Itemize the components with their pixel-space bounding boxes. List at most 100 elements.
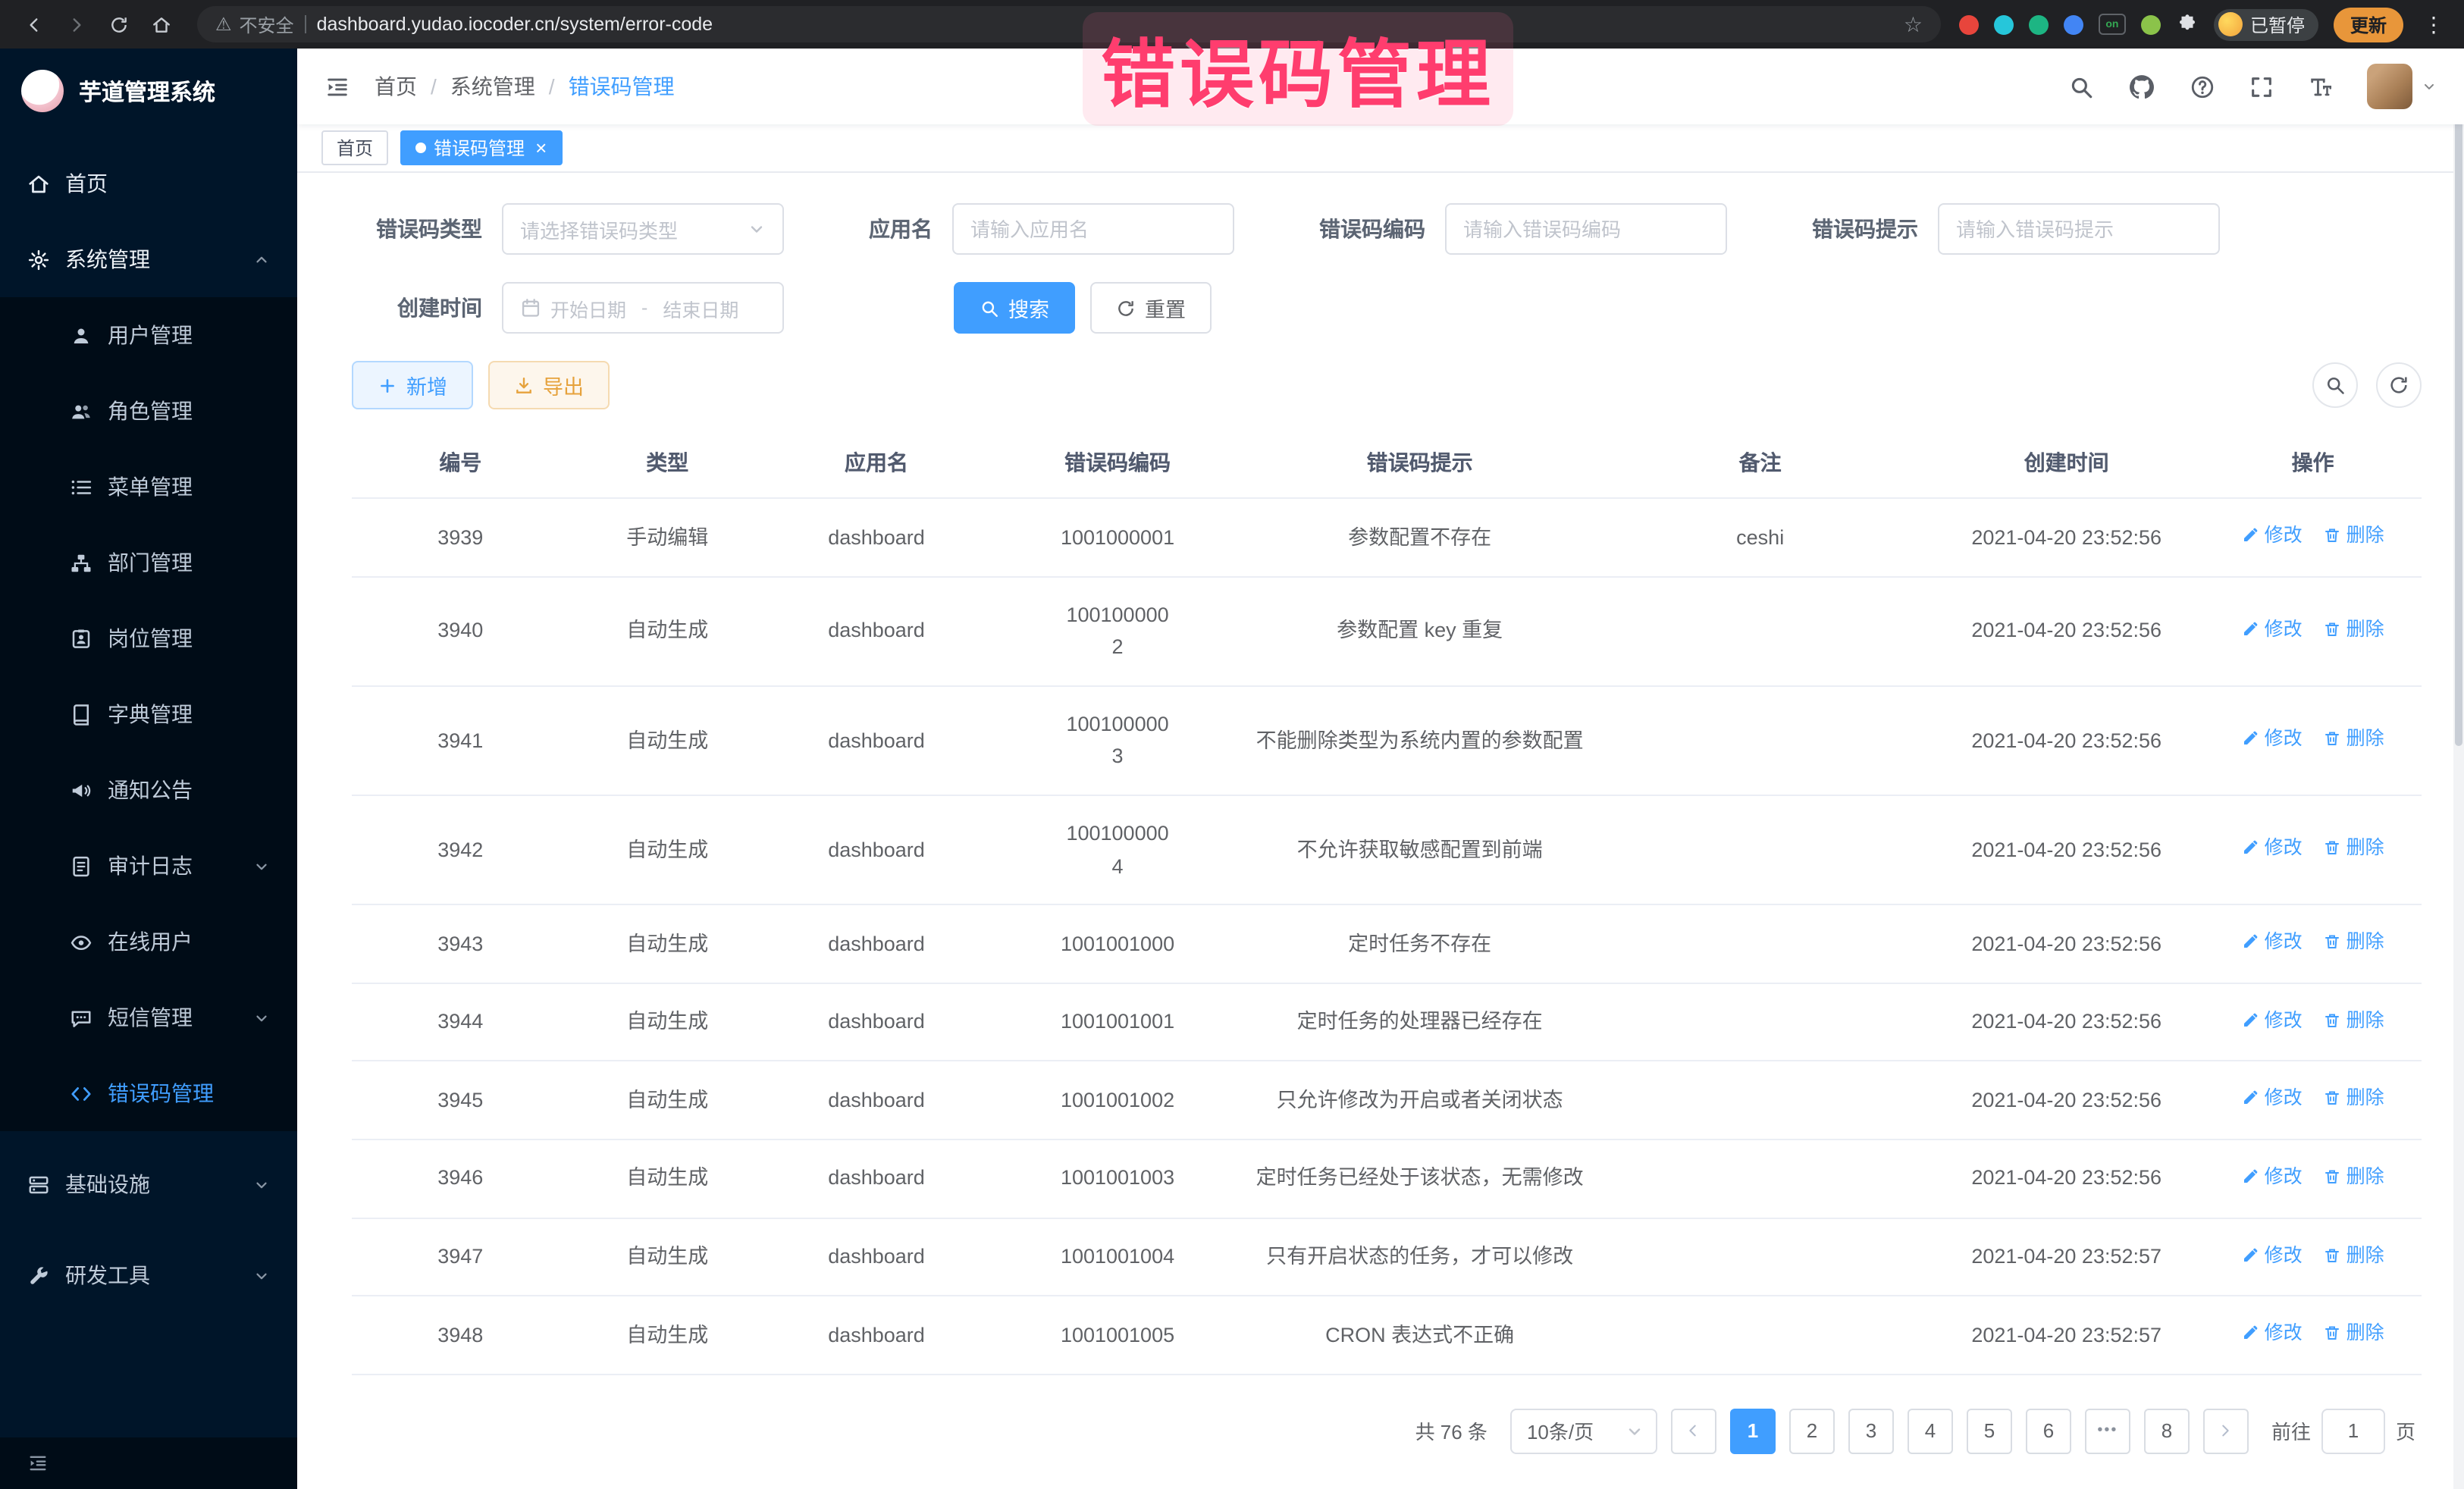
pagination-prev-button[interactable]	[1671, 1408, 1716, 1453]
sidebar-item-system[interactable]: 系统管理	[0, 221, 297, 297]
edit-button[interactable]: 修改	[2242, 833, 2303, 864]
edit-button[interactable]: 修改	[2242, 1083, 2303, 1114]
browser-menu-icon[interactable]: ⋮	[2419, 11, 2449, 37]
range-separator: -	[641, 297, 647, 318]
sidebar-item-infra[interactable]: 基础设施	[0, 1146, 297, 1222]
page-scrollbar[interactable]	[2453, 49, 2464, 1489]
sidebar-item-post[interactable]: 岗位管理	[0, 600, 297, 676]
edit-button[interactable]: 修改	[2242, 614, 2303, 644]
date-range-picker[interactable]: 开始日期 - 结束日期	[502, 282, 784, 334]
extension-icon-teal[interactable]	[1994, 14, 2014, 34]
pagination-page-2[interactable]: 2	[1789, 1408, 1835, 1453]
filter-label: 应用名	[869, 214, 933, 244]
add-button[interactable]: 新增	[352, 361, 473, 409]
filter-error-type: 错误码类型 请选择错误码类型	[352, 203, 784, 255]
extension-icon-blue[interactable]	[2064, 14, 2083, 34]
sidebar-item-menu[interactable]: 菜单管理	[0, 449, 297, 525]
close-icon[interactable]: ×	[535, 138, 547, 158]
edit-button[interactable]: 修改	[2242, 926, 2303, 957]
error-code-input[interactable]	[1445, 203, 1727, 255]
edit-button[interactable]: 修改	[2242, 1240, 2303, 1270]
search-button[interactable]: 搜索	[954, 282, 1075, 334]
bookmark-star-icon[interactable]: ☆	[1904, 14, 1923, 35]
goto-page-input[interactable]	[2321, 1408, 2385, 1453]
scrollbar-thumb[interactable]	[2455, 109, 2462, 746]
edit-icon	[2242, 526, 2260, 544]
delete-button[interactable]: 删除	[2324, 1318, 2384, 1348]
extensions-puzzle-icon[interactable]	[2176, 13, 2199, 36]
sidebar-item-sms[interactable]: 短信管理	[0, 980, 297, 1055]
edit-button[interactable]: 修改	[2242, 1161, 2303, 1192]
browser-back-button[interactable]	[15, 6, 52, 42]
sidebar-item-role[interactable]: 角色管理	[0, 373, 297, 449]
browser-refresh-button[interactable]	[100, 6, 136, 42]
goto-unit: 页	[2396, 1416, 2415, 1445]
edit-icon	[2242, 1246, 2260, 1264]
sidebar-item-devtools[interactable]: 研发工具	[0, 1237, 297, 1313]
github-icon[interactable]	[2127, 72, 2156, 101]
error-code-table: 编号类型应用名错误码编码错误码提示备注创建时间操作 3939手动编辑dashbo…	[352, 428, 2422, 1375]
font-size-icon[interactable]	[2308, 74, 2334, 99]
reset-button[interactable]: 重置	[1090, 282, 1212, 334]
pagination-ellipsis[interactable]: •••	[2085, 1408, 2130, 1453]
delete-button[interactable]: 删除	[2324, 723, 2384, 754]
delete-button[interactable]: 删除	[2324, 926, 2384, 957]
browser-profile-chip[interactable]: 已暂停	[2214, 8, 2318, 40]
browser-forward-button[interactable]	[58, 6, 94, 42]
sidebar-toggle-icon[interactable]	[324, 74, 350, 99]
extension-icon-green[interactable]	[2029, 14, 2049, 34]
sidebar-item-dept[interactable]: 部门管理	[0, 525, 297, 600]
error-hint-input[interactable]	[1938, 203, 2220, 255]
sidebar-item-audit-log[interactable]: 审计日志	[0, 828, 297, 904]
pagination-page-1[interactable]: 1	[1730, 1408, 1776, 1453]
breadcrumb-system[interactable]: 系统管理	[450, 71, 535, 102]
edit-button[interactable]: 修改	[2242, 1318, 2303, 1348]
delete-button[interactable]: 删除	[2324, 1083, 2384, 1114]
cell-time: 2021-04-20 23:52:56	[1929, 686, 2204, 795]
pagination-next-button[interactable]	[2203, 1408, 2249, 1453]
breadcrumb-home[interactable]: 首页	[375, 71, 417, 102]
pagination-page-4[interactable]: 4	[1908, 1408, 1953, 1453]
delete-button[interactable]: 删除	[2324, 614, 2384, 644]
user-menu[interactable]	[2367, 64, 2437, 109]
sidebar-item-dict[interactable]: 字典管理	[0, 676, 297, 752]
pagination-page-8[interactable]: 8	[2144, 1408, 2190, 1453]
delete-button[interactable]: 删除	[2324, 833, 2384, 864]
page-size-select[interactable]: 10条/页	[1510, 1408, 1657, 1453]
edit-button[interactable]: 修改	[2242, 723, 2303, 754]
pagination-page-5[interactable]: 5	[1967, 1408, 2012, 1453]
filter-row-2: 创建时间 开始日期 - 结束日期 搜索 重置	[352, 282, 2422, 334]
sidebar-collapse-bar[interactable]	[0, 1437, 297, 1489]
address-bar[interactable]: ⚠ 不安全 dashboard.yudao.iocoder.cn/system/…	[197, 6, 1941, 42]
extension-icon-on-badge[interactable]: on	[2099, 14, 2126, 35]
delete-button[interactable]: 删除	[2324, 1240, 2384, 1270]
tab-home[interactable]: 首页	[321, 130, 388, 165]
fullscreen-icon[interactable]	[2249, 74, 2274, 99]
security-chip[interactable]: ⚠ 不安全	[215, 11, 294, 37]
edit-button[interactable]: 修改	[2242, 520, 2303, 550]
delete-button[interactable]: 删除	[2324, 520, 2384, 550]
edit-button[interactable]: 修改	[2242, 1005, 2303, 1036]
export-button[interactable]: 导出	[488, 361, 610, 409]
refresh-table-button[interactable]	[2376, 362, 2422, 408]
delete-button[interactable]: 删除	[2324, 1161, 2384, 1192]
app-logo[interactable]: 芋道管理系统	[0, 49, 297, 133]
error-type-select[interactable]: 请选择错误码类型	[502, 203, 784, 255]
extension-icon-red[interactable]	[1959, 14, 1979, 34]
app-name-input[interactable]	[952, 203, 1234, 255]
pagination-page-3[interactable]: 3	[1848, 1408, 1894, 1453]
sidebar-item-home[interactable]: 首页	[0, 146, 297, 221]
pagination-page-6[interactable]: 6	[2026, 1408, 2071, 1453]
toggle-search-button[interactable]	[2312, 362, 2358, 408]
help-icon[interactable]	[2190, 74, 2215, 99]
browser-home-button[interactable]	[143, 6, 179, 42]
delete-button[interactable]: 删除	[2324, 1005, 2384, 1036]
browser-update-button[interactable]: 更新	[2334, 7, 2403, 42]
search-icon[interactable]	[2068, 74, 2094, 99]
sidebar-item-notice[interactable]: 通知公告	[0, 752, 297, 828]
sidebar-item-error-code[interactable]: 错误码管理	[0, 1055, 297, 1131]
sidebar-item-user[interactable]: 用户管理	[0, 297, 297, 373]
extension-icon-leaf[interactable]	[2141, 14, 2161, 34]
sidebar-item-online-user[interactable]: 在线用户	[0, 904, 297, 980]
tab-error-code[interactable]: 错误码管理 ×	[400, 130, 562, 165]
